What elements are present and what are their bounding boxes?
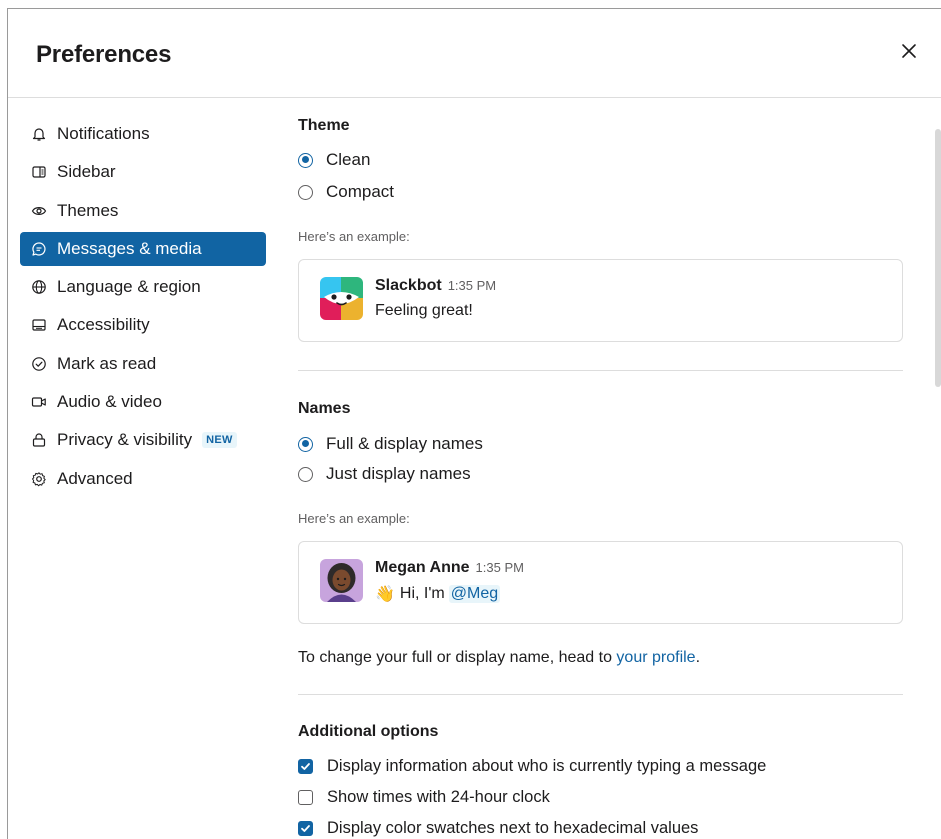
- wave-emoji-icon: 👋: [375, 586, 395, 603]
- radio-button[interactable]: [298, 436, 313, 452]
- megan-avatar: [320, 559, 363, 602]
- checkbox[interactable]: [298, 821, 313, 836]
- message-icon: [31, 241, 47, 257]
- keyboard-icon: [31, 317, 47, 333]
- close-icon[interactable]: [897, 39, 921, 63]
- gear-icon: [31, 471, 47, 487]
- sidebar-item-audio-video[interactable]: Audio & video: [20, 385, 266, 419]
- radio-button[interactable]: [298, 152, 313, 168]
- sidebar-item-label: Advanced: [57, 468, 133, 488]
- preferences-sidebar: Notifications Sidebar Themes Messages & …: [20, 117, 266, 500]
- message-text: Feeling great!: [375, 302, 473, 319]
- sidebar-item-mark-as-read[interactable]: Mark as read: [20, 347, 266, 381]
- checkbox-label: Show times with 24-hour clock: [327, 788, 550, 806]
- divider: [298, 694, 903, 695]
- theme-example-message: Slackbot 1:35 PM Feeling great!: [298, 259, 903, 342]
- message-time: 1:35 PM: [475, 560, 524, 575]
- divider: [298, 370, 903, 371]
- theme-section-title: Theme: [298, 117, 350, 134]
- video-icon: [31, 394, 47, 410]
- sidebar-item-notifications[interactable]: Notifications: [20, 117, 266, 151]
- radio-label: Full & display names: [326, 434, 483, 453]
- sidebar-item-themes[interactable]: Themes: [20, 194, 266, 228]
- profile-hint: To change your full or display name, hea…: [298, 649, 700, 667]
- message-sender: Megan Anne 1:35 PM: [375, 559, 524, 577]
- slackbot-avatar: [320, 277, 363, 320]
- example-label: Here’s an example:: [298, 229, 410, 244]
- message-body: Hi, I'm: [399, 585, 445, 602]
- option-typing-indicator[interactable]: Display information about who is current…: [298, 757, 766, 776]
- checkbox-label: Display color swatches next to hexadecim…: [327, 819, 699, 837]
- names-example-message: Megan Anne 1:35 PM 👋 Hi, I'm @Meg: [298, 541, 903, 624]
- sidebar-item-label: Privacy & visibility: [57, 430, 193, 450]
- radio-button[interactable]: [298, 466, 313, 482]
- sidebar-item-accessibility[interactable]: Accessibility: [20, 308, 266, 342]
- bell-icon: [31, 126, 47, 142]
- sidebar-item-label: Messages & media: [57, 238, 202, 258]
- sidebar-item-advanced[interactable]: Advanced: [20, 462, 266, 496]
- profile-hint-suffix: .: [695, 649, 701, 666]
- sidebar-item-sidebar[interactable]: Sidebar: [20, 155, 266, 189]
- new-badge: NEW: [202, 432, 237, 449]
- profile-hint-text: To change your full or display name, hea…: [298, 649, 612, 666]
- radio-label: Clean: [326, 150, 371, 169]
- page-title: Preferences: [36, 41, 172, 68]
- sidebar-item-privacy-visibility[interactable]: Privacy & visibility NEW: [20, 423, 266, 457]
- user-mention[interactable]: @Meg: [448, 585, 501, 603]
- eye-icon: [31, 203, 47, 219]
- sidebar-item-label: Audio & video: [57, 392, 162, 412]
- names-option-just-display[interactable]: Just display names: [298, 464, 471, 484]
- names-option-full-display[interactable]: Full & display names: [298, 434, 483, 454]
- theme-option-clean[interactable]: Clean: [298, 150, 370, 170]
- content-scrollbar[interactable]: [935, 129, 941, 387]
- sidebar-item-language-region[interactable]: Language & region: [20, 270, 266, 304]
- lock-icon: [31, 432, 47, 448]
- sidebar-item-label: Themes: [57, 200, 119, 220]
- checkbox-label: Display information about who is current…: [327, 757, 767, 775]
- sidebar-item-label: Notifications: [57, 124, 150, 143]
- your-profile-link[interactable]: your profile: [616, 649, 695, 666]
- checkbox[interactable]: [298, 759, 313, 774]
- sender-name: Slackbot: [375, 277, 442, 294]
- check-circle-icon: [31, 356, 47, 372]
- sidebar-item-messages-media[interactable]: Messages & media: [20, 231, 266, 266]
- sidebar-icon: [31, 164, 47, 180]
- preferences-modal: Preferences Notifications Sidebar Themes…: [7, 8, 941, 839]
- message-text: 👋 Hi, I'm @Meg: [375, 584, 501, 604]
- additional-section-title: Additional options: [298, 723, 439, 740]
- names-section-title: Names: [298, 400, 351, 417]
- message-time: 1:35 PM: [447, 278, 497, 293]
- checkbox[interactable]: [298, 790, 313, 805]
- sidebar-item-label: Mark as read: [57, 353, 157, 373]
- sidebar-item-label: Sidebar: [57, 162, 116, 182]
- sidebar-item-label: Language & region: [57, 277, 201, 297]
- radio-label: Just display names: [326, 464, 471, 483]
- option-color-swatches[interactable]: Display color swatches next to hexadecim…: [298, 819, 698, 838]
- theme-option-compact[interactable]: Compact: [298, 182, 394, 202]
- option-24-hour-clock[interactable]: Show times with 24-hour clock: [298, 788, 550, 807]
- sidebar-item-label: Accessibility: [57, 315, 150, 335]
- modal-header: Preferences: [8, 9, 941, 98]
- radio-label: Compact: [326, 182, 395, 201]
- radio-button[interactable]: [298, 184, 313, 200]
- preferences-content: Theme Clean Compact Here’s an example: S…: [298, 98, 904, 839]
- example-label: Here’s an example:: [298, 511, 410, 526]
- message-sender: Slackbot 1:35 PM: [375, 277, 496, 295]
- globe-icon: [31, 279, 47, 295]
- sender-name: Megan Anne: [375, 559, 470, 576]
